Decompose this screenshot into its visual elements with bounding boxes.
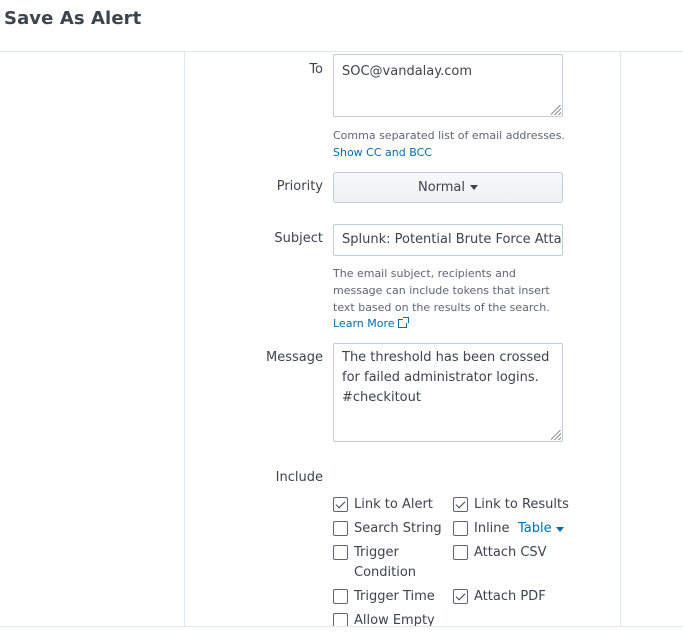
checkbox-label: Attach PDF	[474, 589, 546, 604]
checkbox-label: Link to Results	[474, 497, 569, 512]
to-label: To	[309, 62, 323, 77]
include-label: Include	[275, 470, 323, 485]
left-panel-divider	[184, 52, 185, 626]
to-resize-handle[interactable]	[551, 105, 561, 115]
include-attach-pdf[interactable]: Attach PDF	[453, 588, 546, 606]
priority-label: Priority	[276, 179, 323, 194]
subject-label: Subject	[274, 231, 323, 246]
subject-help-text: The email subject, recipients and messag…	[333, 265, 550, 316]
to-help-text: Comma separated list of email addresses.	[333, 129, 565, 142]
external-link-icon	[397, 317, 409, 328]
checkbox-label: Inline	[474, 521, 510, 536]
message-field[interactable]: The threshold has been crossed for faile…	[333, 343, 563, 442]
to-field[interactable]: SOC@vandalay.com	[333, 54, 563, 117]
chevron-down-icon	[555, 526, 564, 532]
show-cc-bcc-link[interactable]: Show CC and BCC	[333, 144, 432, 161]
checkbox[interactable]	[453, 545, 468, 560]
subject-input[interactable]: Splunk: Potential Brute Force Attac	[333, 224, 563, 256]
include-search-string[interactable]: Search String	[333, 520, 442, 538]
checkbox[interactable]	[333, 589, 348, 604]
include-attach-csv[interactable]: Attach CSV	[453, 544, 547, 562]
include-allow-empty[interactable]: Allow Empty	[333, 612, 435, 626]
checkbox[interactable]	[333, 497, 348, 512]
subject-help-line: The email subject, recipients and	[333, 267, 516, 280]
checkbox[interactable]	[453, 589, 468, 604]
checkbox[interactable]	[333, 521, 348, 536]
priority-select[interactable]: Normal	[333, 172, 563, 203]
message-resize-handle[interactable]	[551, 430, 561, 440]
learn-more-link[interactable]: Learn More	[333, 315, 409, 332]
checkbox-label: Link to Alert	[354, 497, 433, 512]
dialog-header: Save As Alert	[0, 0, 683, 52]
message-label: Message	[266, 350, 323, 365]
right-panel-divider	[620, 52, 621, 626]
checkbox[interactable]	[333, 545, 348, 560]
chevron-down-icon	[470, 185, 479, 190]
learn-more-label: Learn More	[333, 317, 395, 330]
subject-help-line: message can include tokens that insert	[333, 284, 550, 297]
footer-divider	[0, 626, 683, 627]
checkbox-label: Trigger Time	[354, 589, 435, 604]
checkbox[interactable]	[453, 497, 468, 512]
inline-format-value: Table	[518, 521, 552, 536]
inline-format-dropdown[interactable]: Table	[518, 520, 564, 538]
subject-help-line: text based on the results of the search.	[333, 301, 550, 314]
priority-value: Normal	[417, 180, 466, 195]
include-trigger-condition[interactable]: Trigger Condition	[333, 544, 416, 583]
checkbox[interactable]	[453, 521, 468, 536]
include-link-to-results[interactable]: Link to Results	[453, 496, 569, 514]
include-inline[interactable]: Inline	[453, 520, 510, 538]
include-trigger-time[interactable]: Trigger Time	[333, 588, 435, 606]
checkbox-label: Allow Empty	[354, 613, 435, 626]
include-link-to-alert[interactable]: Link to Alert	[333, 496, 433, 514]
checkbox-label: Search String	[354, 521, 442, 536]
checkbox-label: Trigger Condition	[354, 545, 417, 580]
dialog-title: Save As Alert	[4, 8, 142, 29]
scroll-clip: Allow Empty	[0, 612, 683, 626]
checkbox[interactable]	[333, 613, 348, 626]
checkbox-label: Attach CSV	[474, 545, 547, 560]
